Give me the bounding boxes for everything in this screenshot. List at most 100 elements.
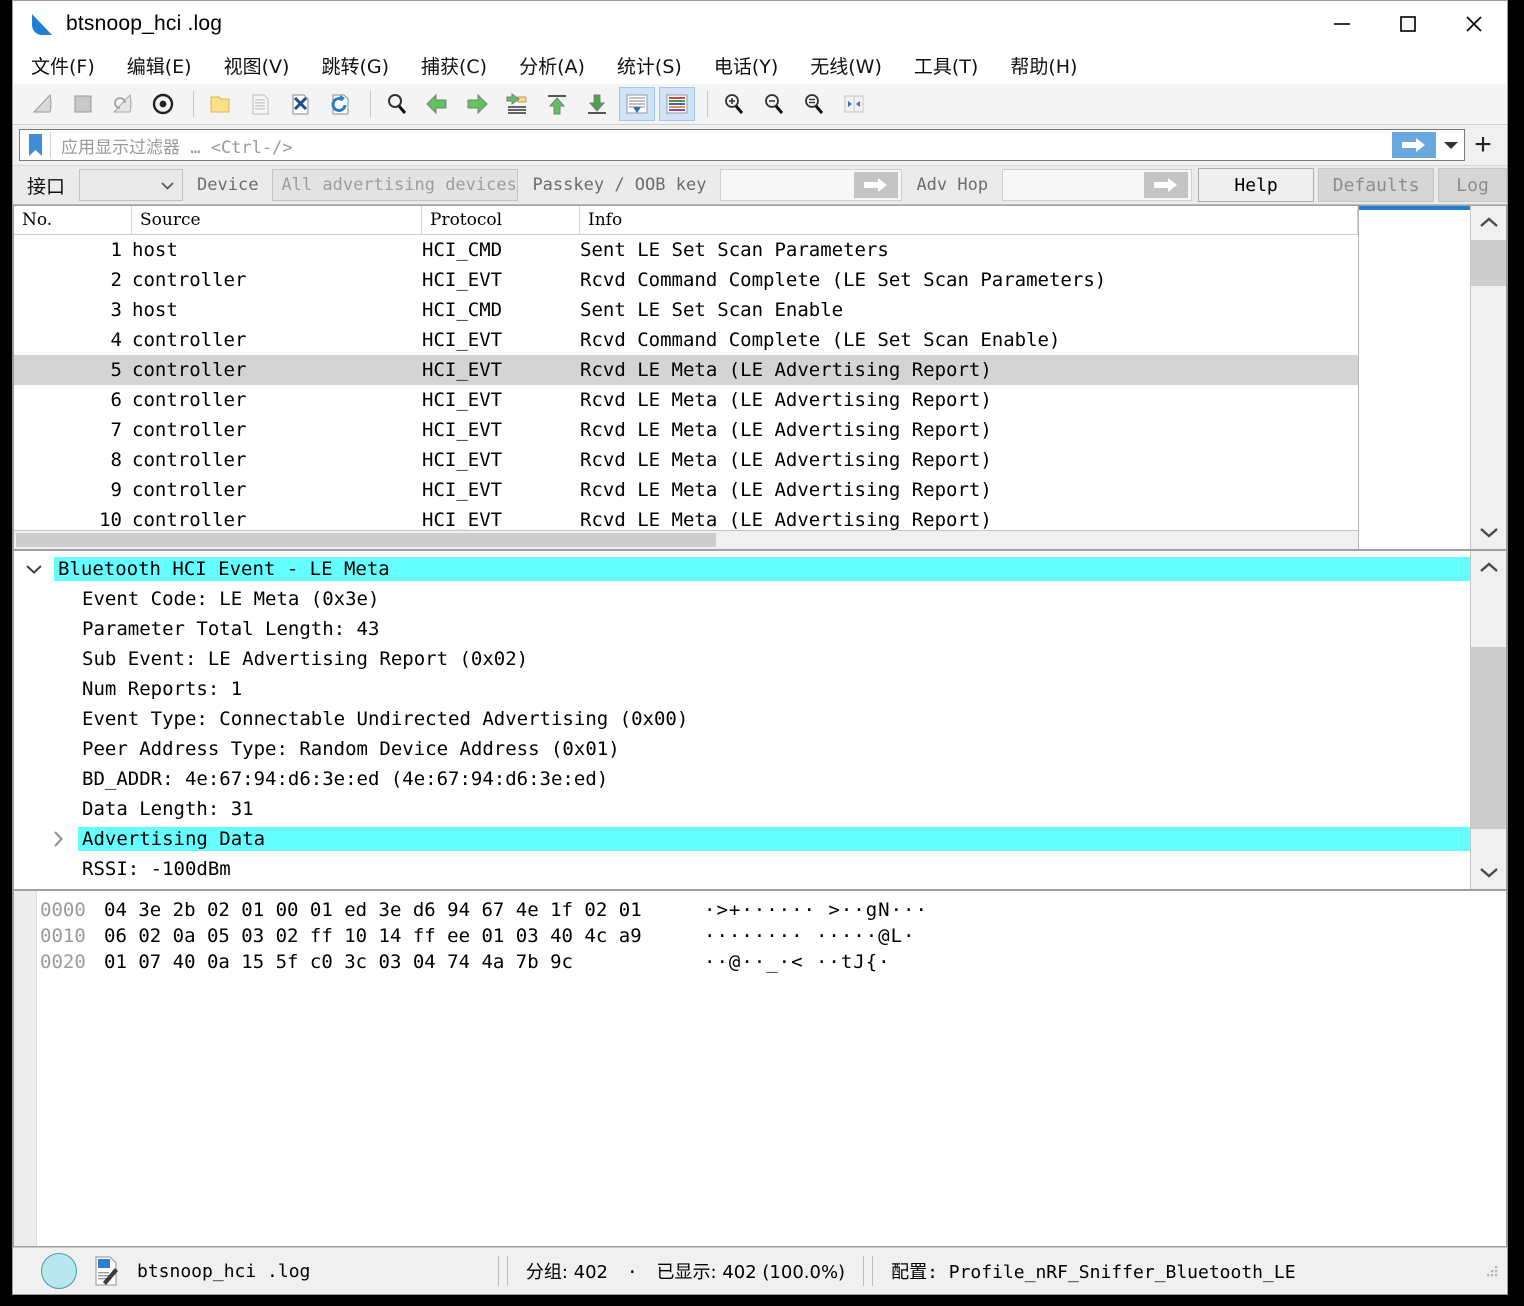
packet-bytes-body[interactable]: 0000 04 3e 2b 02 01 00 01 ed 3e d6 94 67 … <box>14 891 1506 1246</box>
device-select[interactable]: All advertising devices <box>272 169 519 201</box>
reload-file-icon[interactable] <box>322 87 358 121</box>
menu-item-5[interactable]: 分析(A) <box>519 52 585 79</box>
colorize-icon[interactable] <box>659 87 695 121</box>
table-row[interactable]: 9 controller HCI_EVT Rcvd LE Meta (LE Adver… <box>14 475 1358 505</box>
resize-grip-icon[interactable] <box>1485 1264 1499 1278</box>
chevron-right-icon[interactable] <box>38 831 78 847</box>
column-header-3[interactable]: Info <box>580 206 1358 234</box>
tree-item[interactable]: Event Type: Connectable Undirected Adver… <box>14 704 1470 734</box>
filter-bookmark-icon[interactable] <box>20 130 50 160</box>
zoom-in-icon[interactable] <box>716 87 752 121</box>
menu-item-9[interactable]: 工具(T) <box>914 52 978 79</box>
passkey-submit-button[interactable] <box>854 172 899 198</box>
scroll-up-icon[interactable] <box>1471 206 1507 240</box>
auto-scroll-icon[interactable] <box>619 87 655 121</box>
table-row[interactable]: 2 controller HCI_EVT Rcvd Command Complete … <box>14 265 1358 295</box>
go-back-icon[interactable] <box>419 87 455 121</box>
tree-item[interactable]: Peer Address Type: Random Device Address… <box>14 734 1470 764</box>
close-button[interactable] <box>1441 2 1507 46</box>
chevron-down-icon[interactable] <box>14 564 54 574</box>
go-to-last-icon[interactable] <box>579 87 615 121</box>
scroll-track[interactable] <box>1470 585 1506 855</box>
zoom-reset-icon[interactable] <box>796 87 832 121</box>
tree-item[interactable]: BD_ADDR: 4e:67:94:d6:3e:ed (4e:67:94:d6:… <box>14 764 1470 794</box>
stop-capture-icon[interactable] <box>65 87 101 121</box>
status-profile[interactable]: 配置: Profile_nRF_Sniffer_Bluetooth_LE <box>891 1258 1295 1284</box>
packet-list-body[interactable]: No. Source Protocol Info 1 host HCI_CMD Sent L… <box>14 206 1358 549</box>
adv-hop-submit-button[interactable] <box>1144 172 1189 198</box>
go-to-first-icon[interactable] <box>539 87 575 121</box>
menu-item-10[interactable]: 帮助(H) <box>1010 52 1077 79</box>
hex-row[interactable]: 0000 04 3e 2b 02 01 00 01 ed 3e d6 94 67 … <box>14 897 1506 923</box>
cell-protocol: HCI_EVT <box>422 389 503 411</box>
scroll-down-icon[interactable] <box>1471 515 1507 549</box>
go-forward-icon[interactable] <box>459 87 495 121</box>
window-title: btsnoop_hci .log <box>66 11 223 35</box>
help-button[interactable]: Help <box>1198 168 1315 202</box>
table-row[interactable]: 8 controller HCI_EVT Rcvd LE Meta (LE Adver… <box>14 445 1358 475</box>
adv-hop-input[interactable] <box>1002 169 1193 201</box>
table-row[interactable]: 7 controller HCI_EVT Rcvd LE Meta (LE Adver… <box>14 415 1358 445</box>
tree-item[interactable]: Bluetooth HCI Event - LE Meta <box>14 554 1470 584</box>
tree-item[interactable]: Num Reports: 1 <box>14 674 1470 704</box>
expert-info-icon[interactable] <box>41 1253 77 1289</box>
maximize-button[interactable] <box>1375 2 1441 46</box>
restart-capture-icon[interactable] <box>105 87 141 121</box>
packet-list-hscrollbar[interactable] <box>14 530 1358 549</box>
table-row[interactable]: 6 controller HCI_EVT Rcvd LE Meta (LE Adver… <box>14 385 1358 415</box>
save-file-icon[interactable] <box>242 87 278 121</box>
cell-no: 2 <box>110 269 122 291</box>
find-packet-icon[interactable] <box>379 87 415 121</box>
display-filter-input[interactable]: 应用显示过滤器 … <Ctrl-/> <box>51 133 1392 158</box>
scroll-track[interactable] <box>1470 240 1506 515</box>
add-filter-button[interactable]: + <box>1465 128 1501 162</box>
tree-item[interactable]: Parameter Total Length: 43 <box>14 614 1470 644</box>
menu-item-1[interactable]: 编辑(E) <box>127 52 192 79</box>
scroll-up-icon[interactable] <box>1471 551 1507 585</box>
hex-row[interactable]: 0020 01 07 40 0a 15 5f c0 3c 03 04 74 4a … <box>14 949 1506 975</box>
menu-item-0[interactable]: 文件(F) <box>31 52 95 79</box>
tree-item[interactable]: RSSI: -100dBm <box>14 854 1470 884</box>
tree-item[interactable]: Advertising Data <box>14 824 1470 854</box>
table-row[interactable]: 3 host HCI_CMD Sent LE Set Scan Enable <box>14 295 1358 325</box>
zoom-out-icon[interactable] <box>756 87 792 121</box>
column-header-2[interactable]: Protocol <box>422 206 580 234</box>
table-row[interactable]: 4 controller HCI_EVT Rcvd Command Complete … <box>14 325 1358 355</box>
menu-item-4[interactable]: 捕获(C) <box>421 52 487 79</box>
log-button[interactable]: Log <box>1438 168 1507 202</box>
menu-item-7[interactable]: 电话(Y) <box>714 52 778 79</box>
defaults-button[interactable]: Defaults <box>1318 168 1435 202</box>
filter-history-dropdown[interactable] <box>1438 132 1464 158</box>
tree-item[interactable]: Event Code: LE Meta (0x3e) <box>14 584 1470 614</box>
interface-select[interactable] <box>79 169 184 201</box>
packet-details-body[interactable]: Bluetooth HCI Event - LE Meta Event Code:… <box>14 551 1470 889</box>
table-row[interactable]: 1 host HCI_CMD Sent LE Set Scan Parameters <box>14 235 1358 265</box>
tree-item[interactable]: Sub Event: LE Advertising Report (0x02) <box>14 644 1470 674</box>
column-header-0[interactable]: No. <box>14 206 132 234</box>
cell-info: Rcvd LE Meta (LE Advertising Report) <box>580 419 992 441</box>
menu-item-6[interactable]: 统计(S) <box>617 52 682 79</box>
apply-filter-button[interactable] <box>1392 132 1436 158</box>
capture-options-icon[interactable] <box>145 87 181 121</box>
wireshark-window: btsnoop_hci .log 文件(F) 编辑(E) 视图(V) 跳转(G) 捕获(… <box>12 0 1508 1295</box>
close-file-icon[interactable] <box>282 87 318 121</box>
scroll-down-icon[interactable] <box>1471 855 1507 889</box>
display-filter-box[interactable]: 应用显示过滤器 … <Ctrl-/> <box>19 129 1465 161</box>
go-to-packet-icon[interactable] <box>499 87 535 121</box>
hex-row[interactable]: 0010 06 02 0a 05 03 02 ff 10 14 ff ee 01 … <box>14 923 1506 949</box>
column-header-1[interactable]: Source <box>132 206 422 234</box>
minimize-button[interactable] <box>1309 2 1375 46</box>
resize-columns-icon[interactable] <box>836 87 872 121</box>
menu-item-3[interactable]: 跳转(G) <box>321 52 389 79</box>
packet-list-vscrollbar[interactable] <box>1470 206 1506 549</box>
tree-item[interactable]: Data Length: 31 <box>14 794 1470 824</box>
packet-details-vscrollbar[interactable] <box>1470 551 1506 889</box>
start-capture-icon[interactable] <box>25 87 61 121</box>
passkey-input[interactable] <box>720 169 903 201</box>
cell-protocol: HCI_EVT <box>422 329 503 351</box>
menu-item-2[interactable]: 视图(V) <box>224 52 290 79</box>
menu-item-8[interactable]: 无线(W) <box>810 52 882 79</box>
packet-list-minimap[interactable] <box>1358 206 1470 549</box>
table-row[interactable]: 5 controller HCI_EVT Rcvd LE Meta (LE Adver… <box>14 355 1358 385</box>
open-file-icon[interactable] <box>202 87 238 121</box>
